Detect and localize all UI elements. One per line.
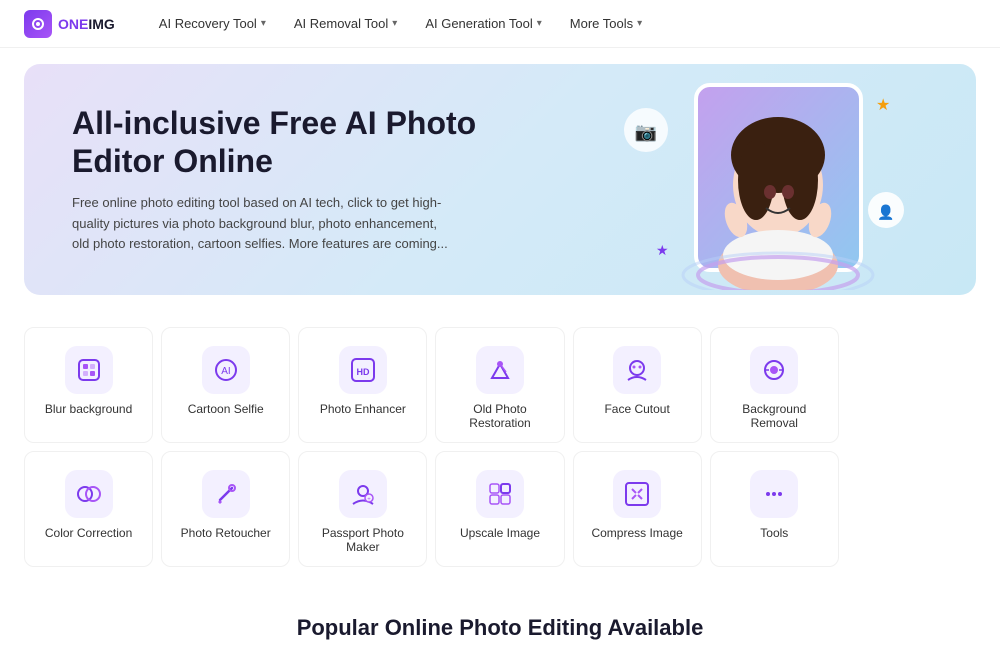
svg-text:+: +	[367, 497, 371, 503]
hero-illustration: 📷 ★ ★ ★	[596, 70, 916, 290]
tool-face-cutout[interactable]: Face Cutout	[573, 327, 702, 443]
nav-item-ai-generation[interactable]: AI Generation Tool ▾	[413, 10, 553, 37]
tool-label: Upscale Image	[460, 526, 540, 540]
old-photo-icon	[476, 346, 524, 394]
tool-photo-retoucher[interactable]: Photo Retoucher	[161, 451, 290, 567]
chevron-down-icon: ▾	[392, 18, 397, 29]
svg-text:AI: AI	[221, 366, 230, 377]
logo-text: ONEIMG	[58, 16, 115, 32]
compress-image-icon	[613, 470, 661, 518]
tool-upscale-image[interactable]: Upscale Image	[435, 451, 564, 567]
cartoon-selfie-icon: AI	[202, 346, 250, 394]
svg-text:👤: 👤	[877, 204, 894, 221]
blur-background-icon	[65, 346, 113, 394]
tool-label: Color Correction	[45, 526, 132, 540]
tool-passport-photo[interactable]: + Passport Photo Maker	[298, 451, 427, 567]
nav-label: AI Removal Tool	[294, 16, 388, 31]
tool-label: Old Photo Restoration	[444, 402, 555, 430]
tools-row-1: Blur background AI Cartoon Selfie HD Pho…	[24, 327, 976, 443]
tool-blur-background[interactable]: Blur background	[24, 327, 153, 443]
svg-text:★: ★	[876, 97, 890, 114]
nav-item-ai-recovery[interactable]: AI Recovery Tool ▾	[147, 10, 278, 37]
face-cutout-icon	[613, 346, 661, 394]
nav-items: AI Recovery Tool ▾ AI Removal Tool ▾ AI …	[147, 10, 654, 37]
bottom-title: Popular Online Photo Editing Available	[24, 615, 976, 641]
tool-label: Face Cutout	[604, 402, 669, 416]
chevron-down-icon: ▾	[637, 18, 642, 29]
tool-old-photo[interactable]: Old Photo Restoration	[435, 327, 564, 443]
nav-label: AI Generation Tool	[425, 16, 532, 31]
tool-compress-image[interactable]: Compress Image	[573, 451, 702, 567]
tool-label: Tools	[760, 526, 788, 540]
upscale-image-icon	[476, 470, 524, 518]
tool-photo-enhancer[interactable]: HD Photo Enhancer	[298, 327, 427, 443]
hero-section: All-inclusive Free AI Photo Editor Onlin…	[24, 64, 976, 295]
tool-label: Cartoon Selfie	[188, 402, 264, 416]
nav-label: AI Recovery Tool	[159, 16, 257, 31]
passport-photo-icon: +	[339, 470, 387, 518]
tool-label: Blur background	[45, 402, 132, 416]
nav-label: More Tools	[570, 16, 633, 31]
svg-text:📷: 📷	[635, 122, 657, 142]
tools-more-icon	[750, 470, 798, 518]
hero-description: Free online photo editing tool based on …	[72, 193, 452, 255]
photo-enhancer-icon: HD	[339, 346, 387, 394]
background-removal-icon	[750, 346, 798, 394]
nav-item-ai-removal[interactable]: AI Removal Tool ▾	[282, 10, 409, 37]
tool-label: Passport Photo Maker	[307, 526, 418, 554]
svg-text:HD: HD	[356, 367, 369, 377]
logo[interactable]: ONEIMG	[24, 10, 115, 38]
color-correction-icon	[65, 470, 113, 518]
tool-label: Compress Image	[591, 526, 682, 540]
tool-tools[interactable]: Tools	[710, 451, 839, 567]
bottom-section: Popular Online Photo Editing Available	[0, 599, 1000, 657]
tools-row-2: Color Correction Photo Retoucher + Passp…	[24, 451, 976, 567]
tool-label: Photo Enhancer	[320, 402, 406, 416]
logo-icon	[24, 10, 52, 38]
svg-text:★: ★	[656, 242, 669, 258]
chevron-down-icon: ▾	[537, 18, 542, 29]
hero-image: 📷 ★ ★ ★	[596, 64, 916, 295]
tool-background-removal[interactable]: Background Removal	[710, 327, 839, 443]
nav-item-more-tools[interactable]: More Tools ▾	[558, 10, 654, 37]
tool-label: Photo Retoucher	[181, 526, 271, 540]
chevron-down-icon: ▾	[261, 18, 266, 29]
tool-cartoon-selfie[interactable]: AI Cartoon Selfie	[161, 327, 290, 443]
hero-content: All-inclusive Free AI Photo Editor Onlin…	[72, 104, 572, 255]
navigation: ONEIMG AI Recovery Tool ▾ AI Removal Too…	[0, 0, 1000, 48]
photo-retoucher-icon	[202, 470, 250, 518]
hero-title: All-inclusive Free AI Photo Editor Onlin…	[72, 104, 572, 181]
tool-label: Background Removal	[719, 402, 830, 430]
tools-section: Blur background AI Cartoon Selfie HD Pho…	[0, 311, 1000, 599]
tool-color-correction[interactable]: Color Correction	[24, 451, 153, 567]
